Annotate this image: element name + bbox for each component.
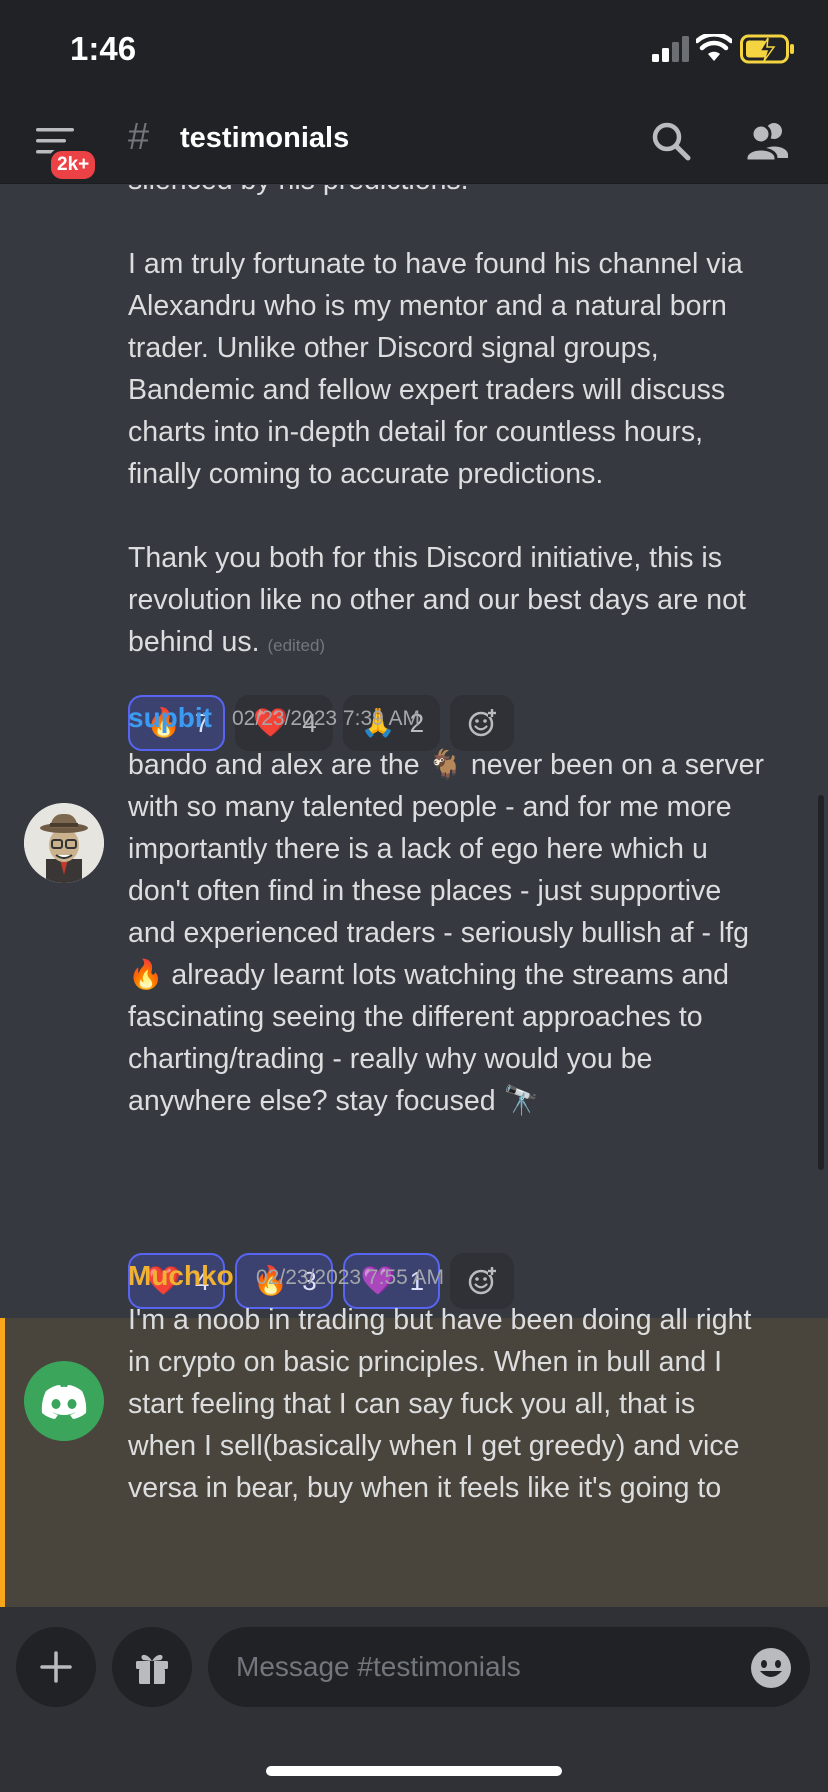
message-line-text: behind us.	[128, 626, 260, 658]
message-line: fascinating seeing the different approac…	[128, 1001, 703, 1033]
message-line: charts into in-depth detail for countles…	[128, 416, 704, 448]
message-line: silenced by his predictions.	[128, 185, 808, 201]
message-line: versa in bear, buy when it feels like it…	[128, 1472, 722, 1504]
message-input-container	[208, 1627, 810, 1707]
add-attachment-button[interactable]	[16, 1627, 96, 1707]
search-icon[interactable]	[650, 120, 692, 162]
message-line: Thank you both for this Discord initiati…	[128, 542, 723, 574]
message-line: revolution like no other and our best da…	[128, 584, 746, 616]
message-line: bando and alex are the 🐐 never been on a…	[128, 749, 764, 781]
home-indicator	[266, 1766, 562, 1776]
message-line: I am truly fortunate to have found his c…	[128, 248, 743, 280]
members-icon[interactable]	[744, 120, 790, 162]
message-line: Bandemic and fellow expert traders will …	[128, 374, 726, 406]
user-avatar-image	[24, 803, 104, 883]
username[interactable]: supbit	[128, 702, 212, 734]
message-line: finally coming to accurate predictions.	[128, 458, 604, 490]
wifi-icon	[696, 34, 732, 61]
message-line: anywhere else? stay focused 🔭	[128, 1085, 539, 1117]
add-reaction-icon	[468, 709, 497, 737]
scrollbar[interactable]	[818, 795, 824, 1170]
notification-badge: 2k+	[48, 148, 99, 182]
message-line: in crypto on basic principles. When in b…	[128, 1346, 723, 1378]
username-text: Muchko	[128, 1260, 234, 1291]
avatar[interactable]	[24, 1361, 104, 1441]
message-line: I'm a noob in trading but have been doin…	[128, 1304, 752, 1336]
message-line: when I sell(basically when I get greedy)…	[128, 1430, 740, 1462]
message-timestamp: 02/23/2023 7:55 AM	[256, 1266, 444, 1289]
message-line: 🔥 already learnt lots watching the strea…	[128, 959, 730, 991]
channel-hash-icon: #	[128, 116, 150, 158]
message-line: behind us. (edited)	[128, 621, 808, 667]
message-timestamp: 02/23/2023 7:39 AM	[232, 707, 420, 730]
gift-button[interactable]	[112, 1627, 192, 1707]
message-input[interactable]	[236, 1645, 706, 1689]
add-reaction-button[interactable]	[450, 695, 515, 751]
gift-icon	[136, 1654, 168, 1684]
status-time: 1:46	[70, 30, 137, 67]
message-body: silenced by his predictions. I am truly …	[128, 185, 808, 667]
username-text: supbit	[128, 702, 212, 733]
add-reaction-icon	[468, 1267, 497, 1295]
username[interactable]: Muchko	[128, 1260, 234, 1292]
message-line: trader. Unlike other Discord signal grou…	[128, 332, 659, 364]
message-line: importantly there is a lack of ego here …	[128, 833, 708, 865]
message-body: I'm a noob in trading but have been doin…	[128, 1299, 808, 1509]
message-line: start feeling that I can say fuck you al…	[128, 1388, 696, 1420]
message-line: and experienced traders - seriously bull…	[128, 917, 749, 949]
channel-header	[0, 100, 828, 184]
message-list[interactable]: silenced by his predictions. I am truly …	[0, 185, 828, 1607]
cellular-signal-icon	[652, 36, 689, 62]
discord-logo-icon	[41, 1385, 87, 1419]
status-bar: 1:46	[0, 0, 828, 100]
menu-button[interactable]: 2k+	[36, 122, 99, 182]
edited-label: (edited)	[267, 636, 326, 655]
battery-charging-icon	[740, 34, 794, 64]
message-line: don't often find in these places - just …	[128, 875, 722, 907]
message-body: bando and alex are the 🐐 never been on a…	[128, 744, 808, 1122]
message-line: Alexandru who is my mentor and a natural…	[128, 290, 727, 322]
message-line: with so many talented people - and for m…	[128, 791, 732, 823]
add-icon	[40, 1651, 72, 1683]
channel-title[interactable]: testimonials	[180, 122, 349, 155]
emoji-icon[interactable]	[750, 1647, 792, 1689]
avatar[interactable]	[24, 803, 104, 883]
message-line: charting/trading - really why would you …	[128, 1043, 653, 1075]
